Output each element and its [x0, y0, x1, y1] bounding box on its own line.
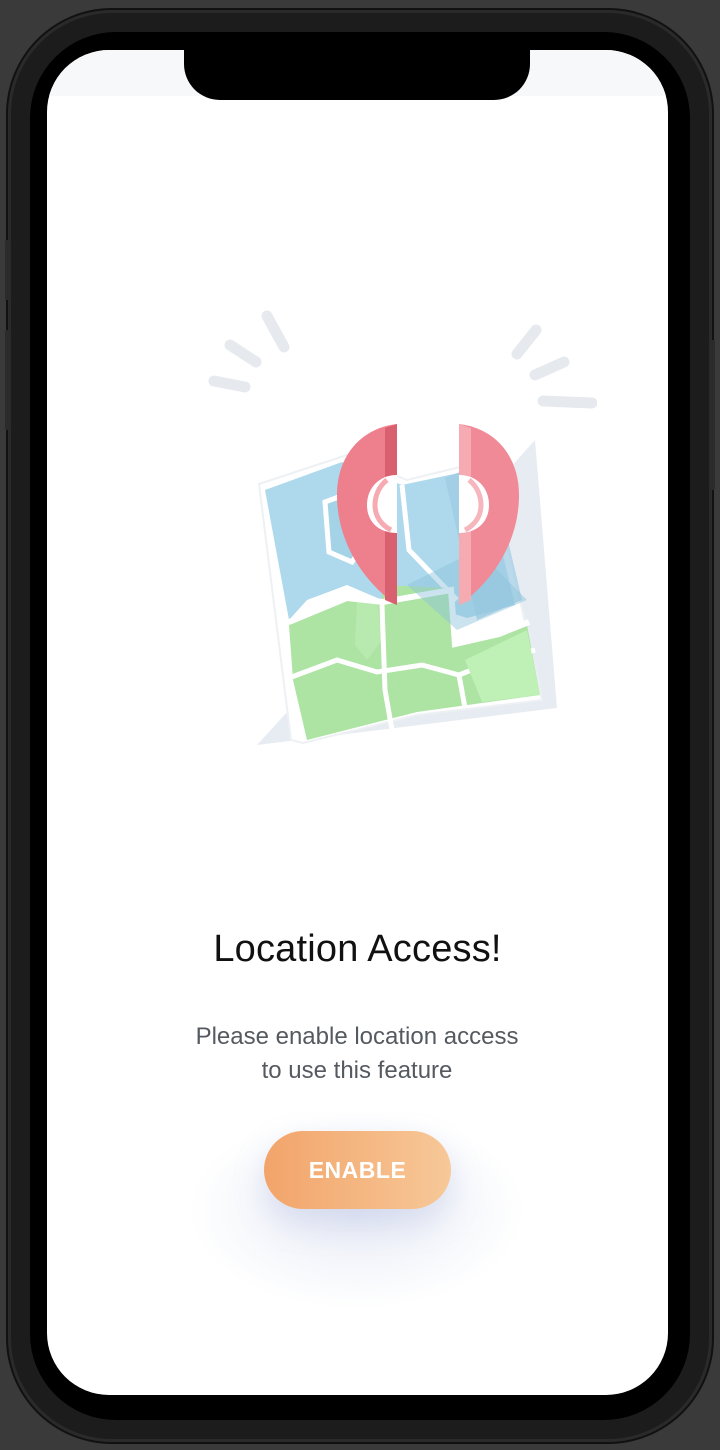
message-line-1: Please enable location access	[195, 1023, 519, 1050]
power-button	[710, 340, 715, 490]
sparkle-icon	[208, 310, 597, 409]
page-title: Location Access!	[213, 928, 502, 970]
mute-switch	[5, 240, 10, 300]
permission-message: Please enable location access to use thi…	[157, 1020, 557, 1088]
enable-button[interactable]: ENABLE	[264, 1131, 451, 1209]
app-screen: Location Access! Please enable location …	[47, 50, 668, 1395]
message-line-2: to use this feature	[261, 1057, 453, 1084]
volume-up-button	[5, 330, 10, 430]
notch	[184, 50, 530, 100]
map-location-illustration	[208, 310, 597, 745]
